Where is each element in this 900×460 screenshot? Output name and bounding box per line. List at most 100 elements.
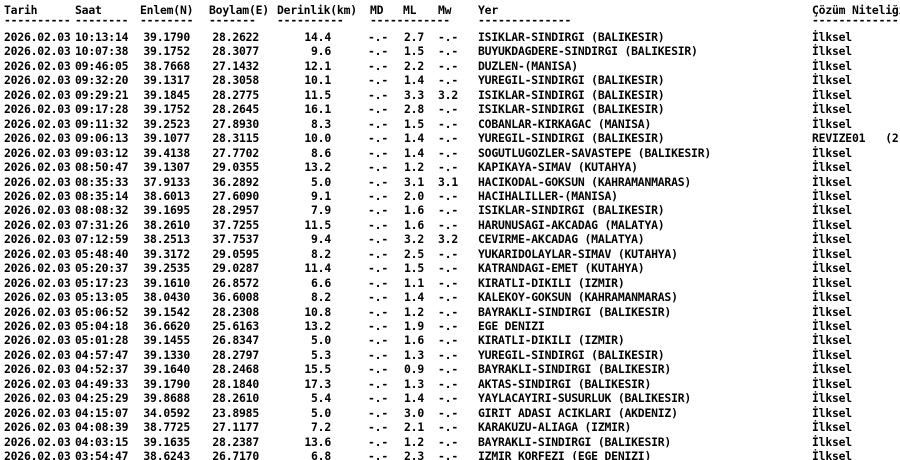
- row-date: 2026.02.03: [4, 391, 71, 406]
- row-depth: 5.0: [311, 333, 331, 348]
- row-place: ISIKLAR-SINDIRGI (BALIKESIR): [478, 30, 665, 44]
- row-latitude: 39.1752: [143, 102, 190, 117]
- table-row: 2026.02.03 04:15:07 34.0592 23.8985 5.0 -.- 3.…: [0, 406, 900, 421]
- row-longitude: 28.2645: [212, 102, 259, 117]
- row-ml: 2.1: [404, 420, 424, 435]
- row-date: 2026.02.03: [4, 261, 71, 276]
- row-time: 07:12:59: [75, 232, 129, 247]
- row-solution: İlksel: [812, 290, 852, 305]
- separator-depth: ----------: [277, 13, 344, 27]
- row-place: GIRIT ADASI ACIKLARI (AKDENIZ): [478, 405, 678, 420]
- row-latitude: 38.7725: [143, 420, 190, 435]
- row-md: -.-: [368, 160, 388, 175]
- row-solution: İlksel: [812, 405, 852, 420]
- row-latitude: 34.0592: [143, 405, 190, 420]
- row-place: ISIKLAR-SINDIRGI (BALIKESIR): [478, 87, 665, 102]
- row-time: 09:32:20: [75, 73, 129, 88]
- row-time: 08:35:14: [75, 188, 129, 203]
- row-mw: -.-: [438, 347, 458, 362]
- row-mw: -.-: [438, 246, 458, 261]
- row-depth: 8.3: [311, 116, 331, 131]
- row-ml: 1.6: [404, 217, 424, 232]
- row-ml: 1.4: [404, 131, 424, 146]
- row-ml: 1.1: [404, 275, 424, 290]
- row-date: 2026.02.03: [4, 347, 71, 362]
- row-ml: 3.1: [404, 174, 424, 189]
- table-row: 2026.02.03 09:46:05 38.7668 27.1432 12.1 -.- 2…: [0, 59, 900, 74]
- row-place: YUKARIDOLAYLAR-SIMAV (KUTAHYA): [478, 246, 678, 261]
- row-ml: 1.5: [404, 44, 424, 59]
- row-depth: 17.3: [304, 376, 331, 391]
- row-longitude: 28.2622: [212, 30, 259, 44]
- table-row: 2026.02.03 05:20:37 39.2535 29.0287 11.4 -.- 1…: [0, 261, 900, 276]
- row-place: YUREGIL-SINDIRGI (BALIKESIR): [478, 73, 665, 88]
- row-place: BUYUKDAGDERE-SINDIRGI (BALIKESIR): [478, 44, 698, 59]
- row-md: -.-: [368, 362, 388, 377]
- row-mw: -.-: [438, 131, 458, 146]
- row-date: 2026.02.03: [4, 405, 71, 420]
- row-time: 05:17:23: [75, 275, 129, 290]
- row-depth: 9.1: [311, 188, 331, 203]
- row-latitude: 39.1635: [143, 434, 190, 449]
- row-latitude: 39.1077: [143, 131, 190, 146]
- row-depth: 9.4: [311, 232, 331, 247]
- row-solution: İlksel: [812, 87, 852, 102]
- row-solution: İlksel: [812, 73, 852, 88]
- row-longitude: 28.2387: [212, 434, 259, 449]
- row-ml: 2.2: [404, 58, 424, 73]
- separator-magnitudes: ------------: [370, 13, 450, 27]
- row-date: 2026.02.03: [4, 160, 71, 175]
- row-depth: 5.4: [311, 391, 331, 406]
- row-md: -.-: [368, 87, 388, 102]
- row-date: 2026.02.03: [4, 145, 71, 160]
- row-solution: İlksel: [812, 434, 852, 449]
- row-md: -.-: [368, 145, 388, 160]
- row-mw: -.-: [438, 188, 458, 203]
- row-time: 09:46:05: [75, 58, 129, 73]
- row-time: 04:52:37: [75, 362, 129, 377]
- row-latitude: 38.6013: [143, 188, 190, 203]
- row-md: -.-: [368, 405, 388, 420]
- row-mw: -.-: [438, 261, 458, 276]
- table-row: 2026.02.03 09:17:28 39.1752 28.2645 16.1 -.- 2…: [0, 102, 900, 117]
- row-date: 2026.02.03: [4, 58, 71, 73]
- row-time: 08:35:33: [75, 174, 129, 189]
- row-place: SOGUTLUGOZLER-SAVASTEPE (BALIKESIR): [478, 145, 712, 160]
- row-solution: İlksel: [812, 261, 852, 276]
- row-ml: 1.4: [404, 73, 424, 88]
- row-time: 07:31:26: [75, 217, 129, 232]
- row-depth: 8.2: [311, 290, 331, 305]
- row-mw: -.-: [438, 116, 458, 131]
- row-date: 2026.02.03: [4, 420, 71, 435]
- row-date: 2026.02.03: [4, 131, 71, 146]
- row-time: 05:06:52: [75, 304, 129, 319]
- row-mw: 3.1: [438, 174, 458, 189]
- row-mw: -.-: [438, 275, 458, 290]
- row-md: -.-: [368, 304, 388, 319]
- row-ml: 1.5: [404, 116, 424, 131]
- row-place: DUZLEN-(MANISA): [478, 58, 578, 73]
- row-ml: 1.6: [404, 333, 424, 348]
- row-ml: 2.7: [404, 30, 424, 44]
- row-time: 04:03:15: [75, 434, 129, 449]
- row-time: 05:04:18: [75, 319, 129, 333]
- row-ml: 0.9: [404, 362, 424, 377]
- row-latitude: 39.1845: [143, 87, 190, 102]
- row-place: AKTAS-SINDIRGI (BALIKESIR): [478, 376, 652, 391]
- row-time: 10:07:38: [75, 44, 129, 59]
- row-solution: İlksel: [812, 174, 852, 189]
- separator-place: --------------: [478, 13, 572, 27]
- row-longitude: 28.2308: [212, 304, 259, 319]
- row-mw: -.-: [438, 58, 458, 73]
- table-row: 2026.02.03 09:32:20 39.1317 28.3058 10.1 -.- 1…: [0, 73, 900, 88]
- separator-solution: --------------: [812, 13, 900, 27]
- row-solution: İlksel: [812, 420, 852, 435]
- row-mw: 3.2: [438, 232, 458, 247]
- row-mw: -.-: [438, 102, 458, 117]
- row-solution: İlksel: [812, 102, 852, 117]
- row-md: -.-: [368, 333, 388, 348]
- row-place: HACIKODAL-GOKSUN (KAHRAMANMARAS): [478, 174, 692, 189]
- row-longitude: 37.7255: [212, 217, 259, 232]
- table-row: 2026.02.03 05:17:23 39.1610 26.8572 6.6 -.- 1.…: [0, 276, 900, 291]
- row-latitude: 39.1790: [143, 30, 190, 44]
